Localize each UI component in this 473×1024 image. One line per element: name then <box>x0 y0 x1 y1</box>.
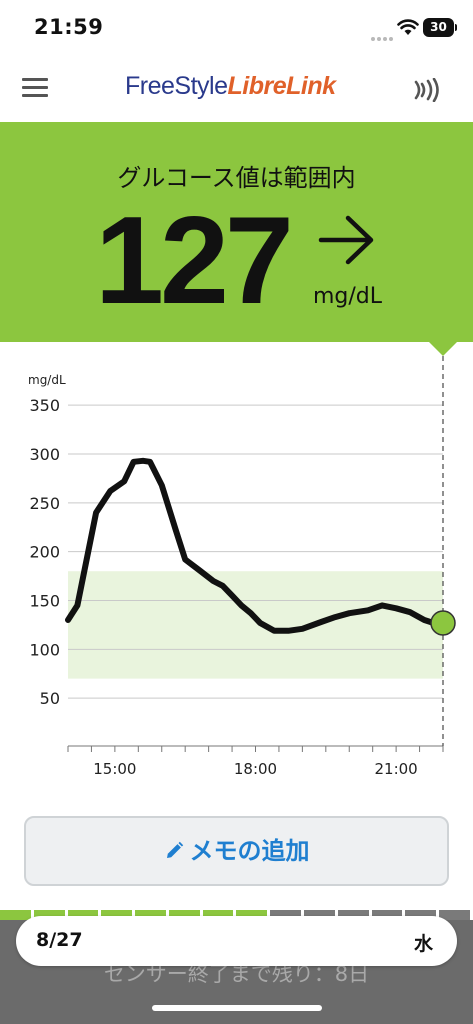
y-axis-labels: 350 300 250 200 150 100 50 <box>29 396 60 708</box>
date-label: 8/27 <box>36 929 83 951</box>
x-axis-labels: 15:00 18:00 21:00 <box>93 760 417 778</box>
cellular-signal-icon <box>371 26 395 41</box>
target-range-band <box>68 571 443 679</box>
hamburger-menu-icon[interactable] <box>22 78 48 102</box>
x-axis-minor-ticks <box>67 746 444 752</box>
glucose-chart-svg: 350 300 250 200 150 100 50 mg/dL 15:00 18:00 21:… <box>28 356 456 778</box>
add-memo-button[interactable]: メモの追加 <box>24 816 449 886</box>
glucose-value: 127 <box>95 192 294 330</box>
y-tick-label: 150 <box>29 592 60 611</box>
battery-icon: 30 <box>423 18 457 37</box>
current-reading-point <box>430 610 456 636</box>
y-axis-unit-label: mg/dL <box>28 373 66 387</box>
y-tick-label: 200 <box>29 543 60 562</box>
y-tick-label: 300 <box>29 445 60 464</box>
date-selector[interactable]: 8/27 水 <box>16 916 457 966</box>
weekday-label: 水 <box>413 933 433 955</box>
wifi-icon <box>397 19 419 35</box>
glucose-chart[interactable]: 350 300 250 200 150 100 50 mg/dL 15:00 18:00 21:… <box>0 342 473 782</box>
y-tick-label: 250 <box>29 494 60 513</box>
logo-freestyle: FreeStyle <box>125 72 228 100</box>
glucose-status-text: グルコース値は範囲内 <box>117 164 356 192</box>
logo-librelink: LibreLink <box>227 72 336 100</box>
y-tick-label: 350 <box>29 396 60 415</box>
home-indicator[interactable] <box>152 1005 322 1011</box>
y-tick-label: 50 <box>40 689 60 708</box>
x-tick-label: 21:00 <box>375 760 418 778</box>
status-time: 21:59 <box>34 15 104 39</box>
app-logo: FreeStyleLibreLink <box>125 72 336 101</box>
glucose-unit: mg/dL <box>313 284 383 309</box>
trend-arrow-right-icon <box>318 215 374 265</box>
sensor-scan-icon[interactable] <box>412 78 442 102</box>
app-header: FreeStyleLibreLink <box>0 56 473 122</box>
status-bar: 21:59 30 <box>0 0 473 56</box>
add-memo-label: メモの追加 <box>189 837 310 865</box>
y-tick-label: 100 <box>29 640 60 659</box>
x-tick-label: 18:00 <box>234 760 277 778</box>
pencil-icon <box>166 841 183 858</box>
x-tick-label: 15:00 <box>93 760 136 778</box>
glucose-banner: グルコース値は範囲内 127 mg/dL <box>0 122 473 342</box>
